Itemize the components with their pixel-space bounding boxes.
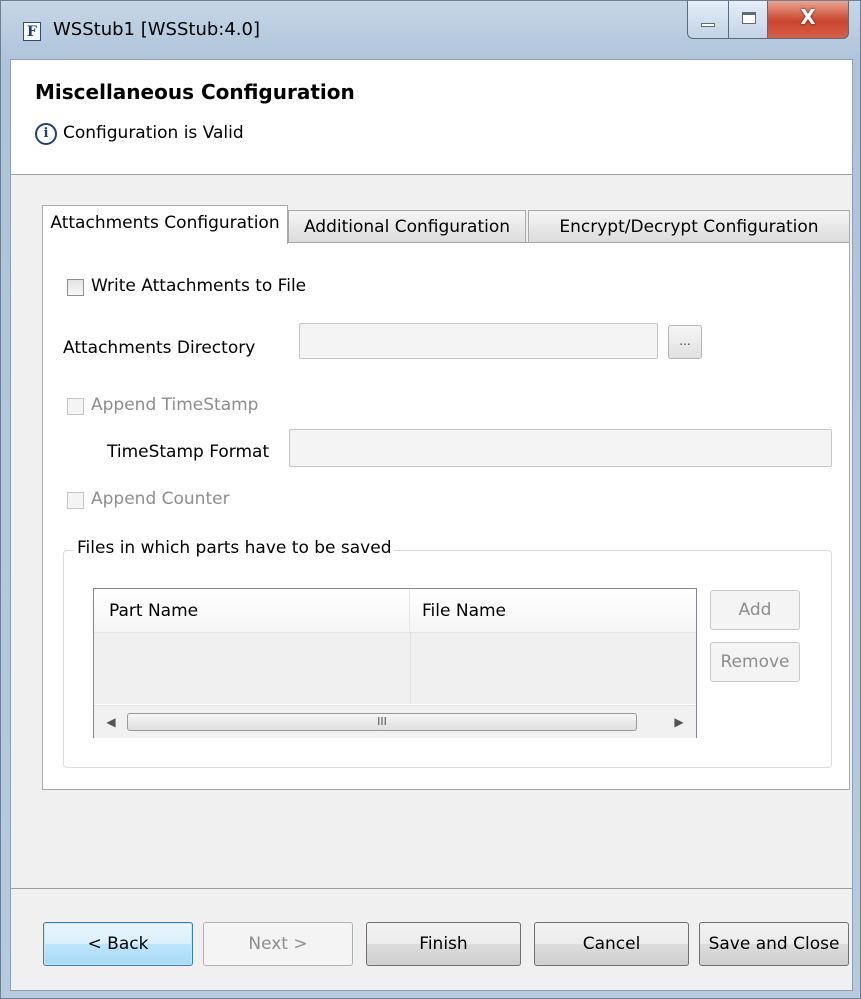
app-icon: F [23,22,41,41]
timestamp-format-label: TimeStamp Format [107,442,270,462]
next-button[interactable]: Next > [203,922,353,966]
file-name-empty-area [411,633,696,704]
browse-button[interactable]: ... [668,325,702,359]
scroll-thumb[interactable]: III [127,713,637,731]
window-frame: F WSStub1 [WSStub:4.0] X Miscellaneous C… [0,0,861,999]
add-part-button[interactable]: Add [710,590,800,630]
scroll-left-icon[interactable]: ◀ [96,706,126,738]
info-icon: i [35,123,57,145]
write-attachments-label: Write Attachments to File [91,276,307,296]
append-timestamp-label: Append TimeStamp [91,395,259,415]
dialog-client-area: Miscellaneous Configuration i Configurat… [10,59,853,991]
parts-group-legend: Files in which parts have to be saved [74,538,395,558]
minimize-icon [701,23,715,27]
minimize-button[interactable] [687,1,729,39]
close-button[interactable]: X [767,1,849,39]
parts-table[interactable]: Part Name File Name ◀ III ▶ [93,588,697,738]
part-name-empty-area [94,633,411,704]
scroll-right-icon[interactable]: ▶ [664,706,694,738]
append-counter-label: Append Counter [91,489,230,509]
column-header-part-name[interactable]: Part Name [94,589,410,633]
append-timestamp-checkbox[interactable] [67,398,84,415]
cancel-button[interactable]: Cancel [534,922,689,966]
tab-attachments-configuration[interactable]: Attachments Configuration [42,205,288,244]
write-attachments-checkbox[interactable] [67,279,84,296]
horizontal-scrollbar[interactable]: ◀ III ▶ [94,705,696,738]
window-title: WSStub1 [WSStub:4.0] [53,19,260,40]
maximize-button[interactable] [728,1,768,39]
tab-additional-configuration[interactable]: Additional Configuration [288,210,526,243]
save-and-close-button[interactable]: Save and Close [699,922,849,966]
finish-button[interactable]: Finish [366,922,521,966]
tab-encrypt-decrypt-configuration[interactable]: Encrypt/Decrypt Configuration [528,210,850,243]
footer-separator [11,888,852,889]
append-counter-checkbox[interactable] [67,492,84,509]
column-header-file-name[interactable]: File Name [410,589,696,633]
close-icon: X [800,5,816,29]
attachments-directory-input[interactable] [299,323,658,359]
timestamp-format-input[interactable] [289,429,832,467]
status-message: Configuration is Valid [63,123,244,143]
page-title: Miscellaneous Configuration [35,80,355,104]
back-button[interactable]: < Back [43,922,193,966]
maximize-icon [742,12,756,24]
remove-part-button[interactable]: Remove [710,642,800,682]
title-bar[interactable]: F WSStub1 [WSStub:4.0] X [1,1,861,59]
attachments-directory-label: Attachments Directory [63,338,256,358]
wizard-header: Miscellaneous Configuration i Configurat… [11,60,852,175]
